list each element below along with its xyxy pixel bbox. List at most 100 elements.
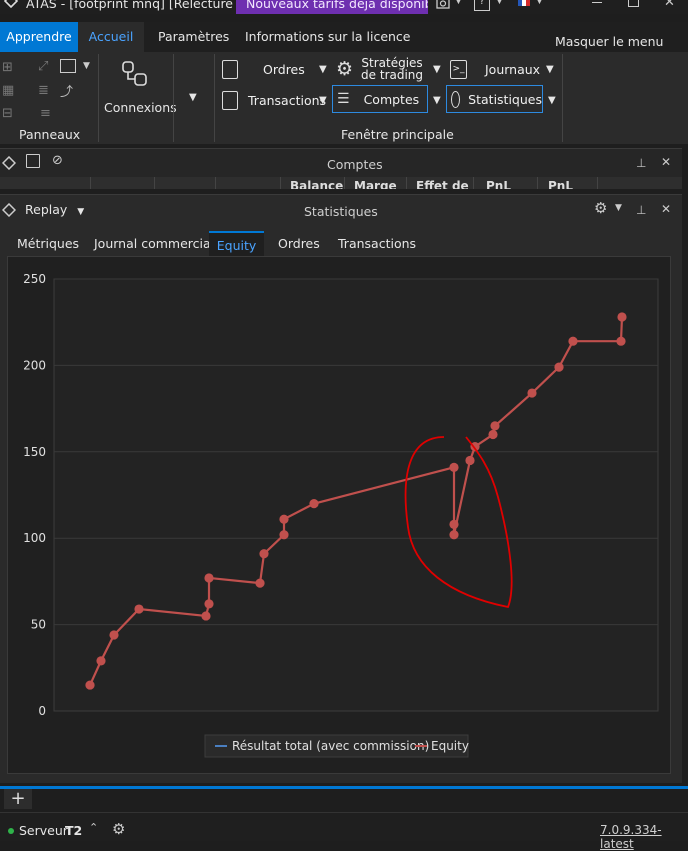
equity-data-point	[449, 462, 459, 472]
statistiques-button[interactable]: Statistiques	[446, 85, 543, 113]
divider	[173, 54, 174, 142]
server-value[interactable]: T2	[65, 823, 82, 838]
journaux-label: Journaux	[485, 61, 541, 77]
tab-metriques[interactable]: Métriques	[17, 231, 79, 257]
journaux-button[interactable]: >_ Journaux	[450, 55, 550, 83]
connection-status-dot	[8, 828, 14, 834]
panel-graph-icon[interactable]: ⤴	[60, 81, 73, 100]
column-header[interactable]: Effet de	[416, 179, 469, 189]
ordres-button[interactable]: Ordres	[222, 55, 332, 83]
chevron-down-icon[interactable]: ▼	[433, 64, 441, 75]
replay-label: Replay	[25, 202, 68, 217]
title-bar: ATAS - [footprint mnq] [Relecture act...…	[0, 0, 688, 14]
version-link[interactable]: 7.0.9.334-latest	[600, 823, 688, 851]
panel-chart-icon[interactable]	[60, 59, 76, 73]
equity-data-point	[568, 336, 578, 346]
pin-icon[interactable]: ⊥	[636, 203, 646, 217]
panel-text-icon[interactable]: ≡	[40, 106, 51, 121]
panel-expand-icon[interactable]: ⤢	[38, 59, 48, 74]
connections-icon	[121, 60, 149, 88]
add-workspace-icon[interactable]: +	[4, 789, 32, 809]
equity-data-point	[617, 312, 627, 322]
connexions-label: Connexions	[104, 100, 177, 115]
panel-grid-icon[interactable]: ▦	[2, 83, 14, 98]
tab-transactions[interactable]: Transactions	[338, 231, 416, 257]
column-header[interactable]: Balance	[290, 179, 343, 189]
equity-data-point	[255, 578, 265, 588]
strategy-gear-icon: ⚙	[336, 58, 354, 80]
camera-icon[interactable]	[436, 0, 450, 10]
ordres-label: Ordres	[263, 61, 305, 77]
equity-data-point	[109, 630, 119, 640]
maximize-icon[interactable]	[628, 0, 639, 7]
equity-data-point	[279, 530, 289, 540]
accounts-table-header: Balance Marge Effet de PnL PnL	[0, 177, 682, 189]
clipboard-check-icon	[222, 90, 238, 110]
panel-misc-icon[interactable]: ⊟	[2, 106, 13, 121]
replay-dropdown[interactable]: Replay ▼	[25, 202, 84, 217]
app-logo-icon	[3, 0, 19, 9]
close-icon[interactable]: ✕	[664, 0, 675, 10]
chevron-up-icon[interactable]: ⌃	[89, 821, 98, 834]
promo-banner[interactable]: Nouveaux tarifs déjà disponibles	[236, 0, 428, 14]
terminal-icon: >_	[450, 59, 467, 79]
divider	[98, 54, 99, 142]
chevron-down-icon[interactable]: ▼	[536, 0, 543, 6]
chevron-down-icon[interactable]: ▼	[546, 64, 554, 75]
chevron-down-icon[interactable]: ▼	[548, 95, 556, 106]
equity-data-point	[465, 455, 475, 466]
y-tick-label: 250	[23, 272, 46, 286]
equity-data-point	[309, 499, 319, 509]
tab-equity[interactable]: Equity	[209, 231, 264, 257]
language-flag-icon[interactable]	[518, 0, 530, 6]
tab-journal-commercial[interactable]: Journal commercial	[94, 231, 214, 257]
hide-eye-icon[interactable]: ⊘	[52, 153, 63, 168]
panel-layout-icon[interactable]: ⊞	[2, 60, 13, 75]
column-header[interactable]: Marge	[354, 179, 397, 189]
column-header[interactable]: PnL	[548, 179, 573, 189]
panel-logo-icon	[1, 155, 17, 171]
divider	[562, 54, 563, 142]
plot-area	[53, 278, 659, 712]
statistiques-label: Statistiques	[468, 91, 542, 107]
chevron-down-icon[interactable]: ▼	[496, 0, 503, 6]
gear-icon[interactable]: ⚙	[594, 199, 607, 217]
equity-data-point	[259, 549, 269, 559]
chevron-down-icon[interactable]: ▼	[615, 203, 622, 213]
tab-apprendre[interactable]: Apprendre	[0, 22, 78, 52]
transactions-button[interactable]: Transactions	[222, 86, 332, 114]
chevron-down-icon[interactable]: ▼	[455, 0, 462, 6]
close-icon[interactable]: ✕	[661, 155, 671, 169]
settings-gear-icon[interactable]: ⚙	[112, 820, 125, 838]
chevron-down-icon[interactable]: ▼	[319, 64, 327, 75]
close-icon[interactable]: ✕	[661, 202, 671, 216]
comptes-panel-title: Comptes	[327, 157, 383, 172]
save-icon[interactable]	[26, 154, 40, 168]
column-header[interactable]: PnL	[486, 179, 511, 189]
equity-data-point	[449, 519, 459, 529]
chevron-down-icon[interactable]: ▼	[83, 61, 90, 71]
tab-licence[interactable]: Informations sur la licence	[245, 22, 411, 52]
pin-icon[interactable]: ⊥	[636, 156, 646, 170]
equity-chart-container: 0 50 100 150 200 250 Résultat total (avec comm…	[7, 256, 671, 774]
y-tick-label: 0	[38, 704, 46, 718]
strategies-button[interactable]: ⚙ Stratégies de trading	[336, 55, 436, 83]
tab-accueil[interactable]: Accueil	[78, 22, 144, 52]
comptes-button[interactable]: ☰ Comptes	[332, 85, 428, 113]
chevron-down-icon[interactable]: ▼	[189, 92, 197, 103]
chevron-down-icon[interactable]: ▼	[433, 95, 441, 106]
equity-chart[interactable]: 0 50 100 150 200 250 Résultat total (avec comm…	[8, 257, 670, 773]
status-bar: Serveur: T2 ⌃ ⚙ 7.0.9.334-latest	[0, 812, 688, 851]
tab-parametres[interactable]: Paramètres	[158, 22, 229, 52]
help-icon[interactable]: ?	[474, 0, 490, 11]
legend-label: Résultat total (avec commission)	[232, 739, 429, 753]
connexions-button[interactable]: Connexions	[100, 54, 177, 124]
tab-ordres[interactable]: Ordres	[278, 231, 320, 257]
clipboard-icon	[222, 59, 238, 79]
minimize-icon[interactable]	[592, 2, 602, 3]
chevron-down-icon[interactable]: ▼	[319, 95, 327, 106]
equity-data-point	[449, 530, 459, 540]
equity-data-point	[201, 611, 211, 621]
legend-label: Equity	[431, 739, 469, 753]
panel-list-icon[interactable]: ≣	[38, 83, 49, 98]
